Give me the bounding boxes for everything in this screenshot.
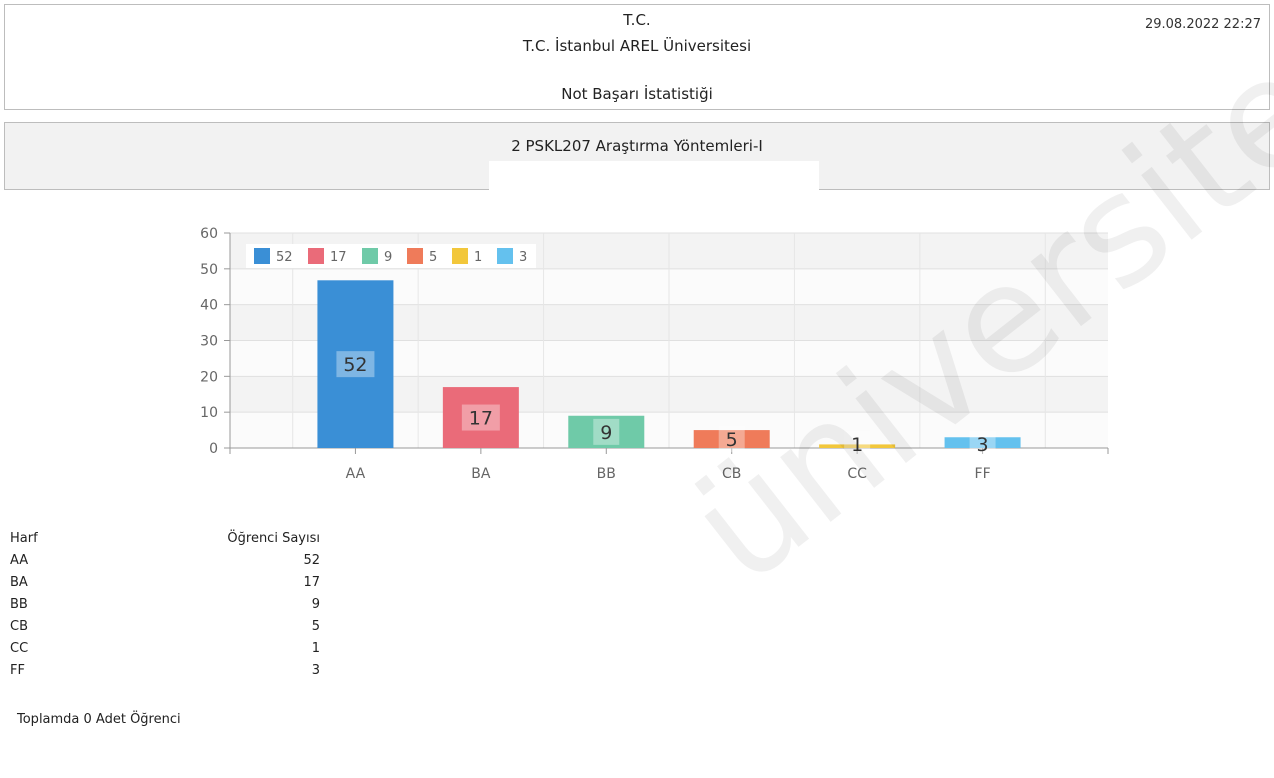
data-label: 9 [600, 422, 612, 444]
y-tick-label: 40 [200, 298, 218, 314]
x-tick-label: AA [346, 466, 366, 482]
legend-swatch [407, 248, 423, 264]
legend-label: 5 [429, 250, 437, 265]
student-count: 52 [303, 553, 320, 568]
y-tick-label: 30 [200, 334, 218, 350]
x-tick-label: FF [975, 466, 991, 482]
table-row: BB 9 [10, 594, 320, 616]
legend-label: 17 [330, 250, 347, 265]
report-header: T.C. T.C. İstanbul AREL Üniversitesi Not… [4, 4, 1270, 110]
legend-swatch [308, 248, 324, 264]
legend-label: 9 [384, 250, 392, 265]
data-label: 3 [977, 434, 989, 456]
legend-label: 3 [519, 250, 527, 265]
legend-swatch [254, 248, 270, 264]
student-count: 5 [311, 619, 320, 634]
table-row: FF 3 [10, 660, 320, 682]
grade-letter: CC [10, 641, 29, 656]
table-header-row: Harf Öğrenci Sayısı [10, 528, 320, 550]
grade-letter: AA [10, 553, 29, 568]
student-count: 17 [303, 575, 320, 590]
university-name: T.C. İstanbul AREL Üniversitesi [522, 37, 752, 55]
legend-swatch [452, 248, 468, 264]
table-row: BA 17 [10, 572, 320, 594]
data-label: 1 [851, 434, 863, 456]
x-tick-label: BA [471, 466, 491, 482]
y-tick-label: 10 [200, 405, 218, 421]
grade-letter: FF [10, 663, 25, 678]
student-count: 1 [311, 641, 320, 656]
x-tick-label: CC [847, 466, 867, 482]
y-tick-label: 20 [200, 369, 218, 385]
y-tick-label: 0 [209, 441, 218, 457]
x-tick-label: BB [597, 466, 616, 482]
grade-letter: BA [10, 575, 28, 590]
grade-bar-chart: 0 10 20 30 40 50 60 AA 52 BA 17 BB 9 CB 5 CC 1 FF 3 52 17 9 5 1… [200, 226, 1109, 482]
y-tick-label: 50 [200, 262, 218, 278]
legend-swatch [497, 248, 513, 264]
grade-table: Harf Öğrenci Sayısı AA 52 BA 17 BB 9 CB … [10, 528, 320, 682]
y-tick-label: 60 [200, 226, 218, 242]
data-label: 5 [726, 429, 738, 451]
header-line-1: T.C. [623, 11, 651, 29]
x-tick-label: CB [722, 466, 741, 482]
total-students: Toplamda 0 Adet Öğrenci [17, 712, 181, 727]
table-header-count: Öğrenci Sayısı [227, 531, 320, 546]
table-header-letter: Harf [10, 531, 38, 546]
data-label: 17 [469, 408, 493, 430]
table-row: CB 5 [10, 616, 320, 638]
legend-label: 1 [474, 250, 482, 265]
grade-letter: CB [10, 619, 28, 634]
course-title: 2 PSKL207 Araştırma Yöntemleri-I [511, 137, 763, 155]
table-row: CC 1 [10, 638, 320, 660]
legend-swatch [362, 248, 378, 264]
plot-area: 0 10 20 30 40 50 60 AA 52 BA 17 BB 9 CB 5 CC 1 FF 3 52 17 9 5 1… [200, 226, 1109, 482]
redacted-area [489, 161, 819, 193]
student-count: 3 [311, 663, 320, 678]
student-count: 9 [311, 597, 320, 612]
data-label: 52 [343, 354, 367, 376]
report-date: 29.08.2022 22:27 [1144, 17, 1261, 32]
legend-label: 52 [276, 250, 293, 265]
table-row: AA 52 [10, 550, 320, 572]
report-title: Not Başarı İstatistiği [561, 85, 713, 103]
grade-letter: BB [10, 597, 28, 612]
course-header: 2 PSKL207 Araştırma Yöntemleri-I [4, 122, 1270, 193]
